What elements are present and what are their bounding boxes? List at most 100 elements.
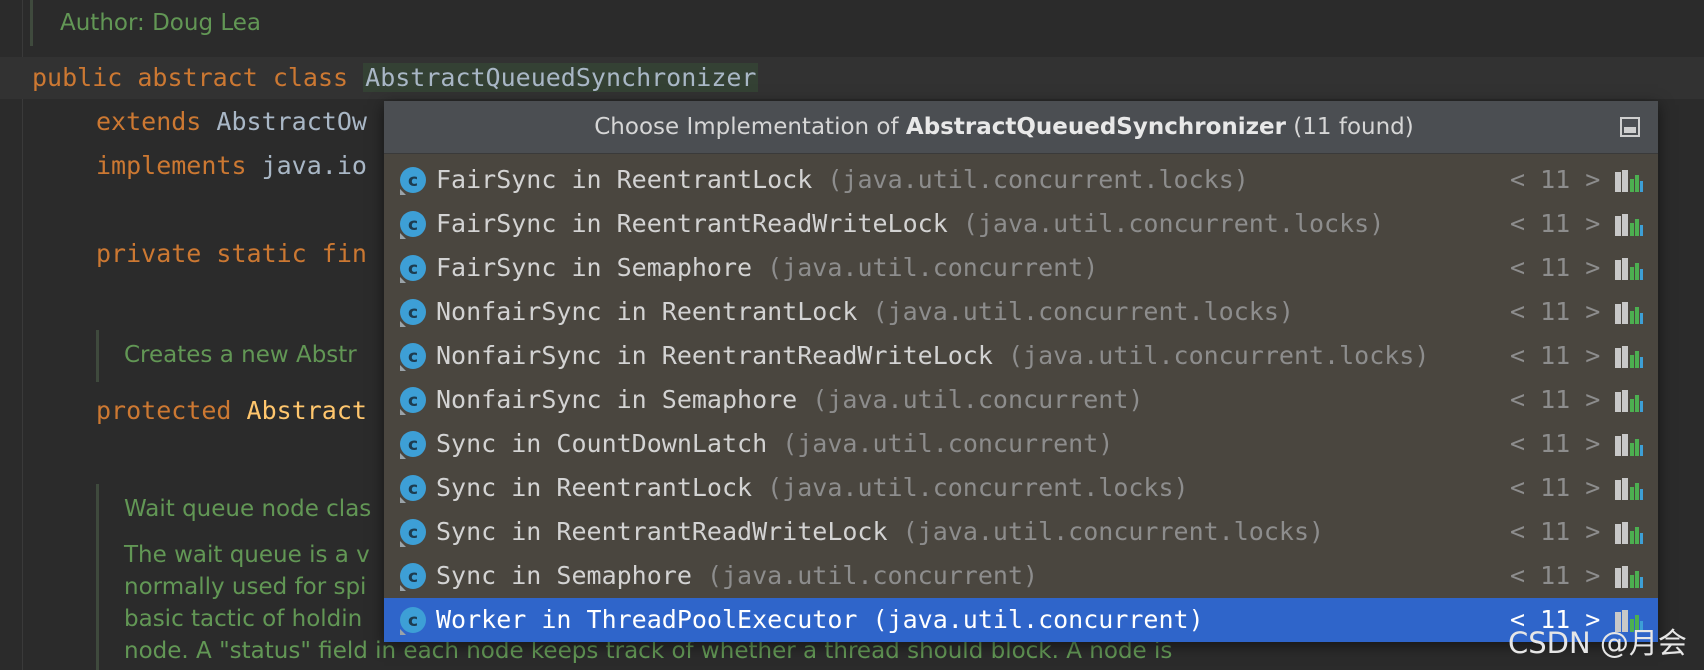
implementation-package: (java.util.concurrent) <box>872 605 1204 634</box>
implementation-label: NonfairSync in ReentrantReadWriteLock (j… <box>436 334 1429 378</box>
class-modifiers: public abstract class <box>32 63 349 92</box>
jdk-version-nav[interactable]: < 11 > <box>1510 246 1600 290</box>
implementation-label: NonfairSync in ReentrantLock (java.util.… <box>436 290 1294 334</box>
implementation-package: (java.util.concurrent.locks) <box>872 297 1294 326</box>
jdk-version-nav[interactable]: < 11 > <box>1510 378 1600 422</box>
implementation-name: Worker in ThreadPoolExecutor <box>436 605 858 634</box>
implementation-item[interactable]: c NonfairSync in ReentrantReadWriteLock (… <box>384 334 1658 378</box>
jdk-version-nav[interactable]: < 11 > <box>1510 466 1600 510</box>
implementation-package: (java.util.concurrent.locks) <box>902 517 1325 546</box>
library-icon <box>1615 522 1643 544</box>
class-icon: c <box>400 387 426 415</box>
implementation-label: FairSync in Semaphore (java.util.concurr… <box>436 246 1098 290</box>
class-icon: c <box>400 343 426 371</box>
ctor-modifier: protected <box>96 396 232 425</box>
svg-text:c: c <box>408 391 418 411</box>
svg-text:c: c <box>408 215 418 235</box>
doc-node-line: The wait queue is a v <box>124 542 370 568</box>
svg-text:c: c <box>408 303 418 323</box>
class-icon: c <box>400 255 426 283</box>
svg-text:c: c <box>408 347 418 367</box>
implementation-label: NonfairSync in Semaphore (java.util.conc… <box>436 378 1143 422</box>
class-icon: c <box>400 519 426 547</box>
doc-node-line: normally used for spi <box>124 574 367 600</box>
implementation-item[interactable]: c Sync in ReentrantLock (java.util.concur… <box>384 466 1658 510</box>
implementation-label: Sync in CountDownLatch (java.util.concur… <box>436 422 1113 466</box>
implementation-item[interactable]: c NonfairSync in ReentrantLock (java.util… <box>384 290 1658 334</box>
implementation-label: Sync in ReentrantReadWriteLock (java.uti… <box>436 510 1324 554</box>
doc-author: Author: Doug Lea <box>60 10 262 36</box>
implementation-item[interactable]: c Sync in ReentrantReadWriteLock (java.ut… <box>384 510 1658 554</box>
svg-text:c: c <box>408 567 418 587</box>
open-in-window-button[interactable] <box>1620 117 1640 137</box>
field-modifiers: private static fin <box>96 239 367 268</box>
library-icon <box>1615 434 1643 456</box>
doc-block-node <box>96 484 99 670</box>
implementation-name: FairSync in ReentrantReadWriteLock <box>436 209 948 238</box>
svg-text:c: c <box>408 479 418 499</box>
jdk-version-nav[interactable]: < 11 > <box>1510 510 1600 554</box>
implementation-item[interactable]: c NonfairSync in Semaphore (java.util.con… <box>384 378 1658 422</box>
implementation-package: (java.util.concurrent) <box>706 561 1039 590</box>
doc-ctor: Creates a new Abstr <box>124 342 357 368</box>
implementation-name: NonfairSync in ReentrantReadWriteLock <box>436 341 993 370</box>
popup-title-count: (11 found) <box>1285 114 1414 140</box>
implementation-label: FairSync in ReentrantLock (java.util.con… <box>436 158 1249 202</box>
doc-node-title: Wait queue node clas <box>124 496 372 522</box>
implementation-item[interactable]: c FairSync in ReentrantReadWriteLock (jav… <box>384 202 1658 246</box>
popup-title: Choose Implementation of AbstractQueuedS… <box>384 101 1624 153</box>
implementation-label: Sync in Semaphore (java.util.concurrent) <box>436 554 1038 598</box>
implementation-name: NonfairSync in ReentrantLock <box>436 297 858 326</box>
popup-title-prefix: Choose Implementation of <box>594 114 906 140</box>
implementation-name: Sync in CountDownLatch <box>436 429 768 458</box>
library-icon <box>1615 214 1643 236</box>
library-icon <box>1615 566 1643 588</box>
field-line[interactable]: private static fin <box>96 237 367 271</box>
ctor-line[interactable]: protected Abstract <box>96 394 367 428</box>
ctor-name: Abstract <box>246 396 367 425</box>
class-name[interactable]: AbstractQueuedSynchronizer <box>363 63 759 92</box>
class-icon: c <box>400 211 426 239</box>
library-icon <box>1615 346 1643 368</box>
jdk-version-nav[interactable]: < 11 > <box>1510 554 1600 598</box>
choose-implementation-popup[interactable]: Choose Implementation of AbstractQueuedS… <box>384 101 1658 642</box>
library-icon <box>1615 478 1643 500</box>
class-icon: c <box>400 563 426 591</box>
jdk-version-nav[interactable]: < 11 > <box>1510 158 1600 202</box>
library-icon <box>1615 390 1643 412</box>
class-icon: c <box>400 431 426 459</box>
library-icon <box>1615 302 1643 324</box>
watermark: CSDN @月会 <box>1508 626 1687 660</box>
class-icon: c <box>400 475 426 503</box>
implementation-item[interactable]: c Sync in CountDownLatch (java.util.concu… <box>384 422 1658 466</box>
extends-line[interactable]: extends AbstractOw <box>96 105 367 139</box>
library-icon <box>1615 258 1643 280</box>
jdk-version-nav[interactable]: < 11 > <box>1510 290 1600 334</box>
popup-header: Choose Implementation of AbstractQueuedS… <box>384 101 1658 154</box>
implements-line[interactable]: implements java.io <box>96 149 367 183</box>
jdk-version-nav[interactable]: < 11 > <box>1510 422 1600 466</box>
implementation-list[interactable]: c FairSync in ReentrantLock (java.util.co… <box>384 158 1658 642</box>
gutter-divider <box>22 0 23 670</box>
class-declaration[interactable]: public abstract class AbstractQueuedSync… <box>32 61 759 95</box>
svg-text:c: c <box>408 611 418 631</box>
implementation-item[interactable]: c Worker in ThreadPoolExecutor (java.util… <box>384 598 1658 642</box>
implementation-name: FairSync in ReentrantLock <box>436 165 813 194</box>
extends-type: AbstractOw <box>216 107 367 136</box>
implementation-name: NonfairSync in Semaphore <box>436 385 798 414</box>
doc-block-ctor <box>96 330 99 382</box>
extends-keyword: extends <box>96 107 202 136</box>
doc-block-author <box>30 0 33 46</box>
implementation-name: FairSync in Semaphore <box>436 253 753 282</box>
implementation-name: Sync in Semaphore <box>436 561 692 590</box>
jdk-version-nav[interactable]: < 11 > <box>1510 334 1600 378</box>
jdk-version-nav[interactable]: < 11 > <box>1510 202 1600 246</box>
implementation-item[interactable]: c FairSync in Semaphore (java.util.concur… <box>384 246 1658 290</box>
implementation-package: (java.util.concurrent) <box>767 253 1099 282</box>
svg-text:c: c <box>408 171 418 191</box>
implementation-package: (java.util.concurrent) <box>782 429 1114 458</box>
implementation-package: (java.util.concurrent.locks) <box>1007 341 1430 370</box>
implementation-item[interactable]: c FairSync in ReentrantLock (java.util.co… <box>384 158 1658 202</box>
class-icon: c <box>400 607 426 635</box>
implementation-item[interactable]: c Sync in Semaphore (java.util.concurrent… <box>384 554 1658 598</box>
